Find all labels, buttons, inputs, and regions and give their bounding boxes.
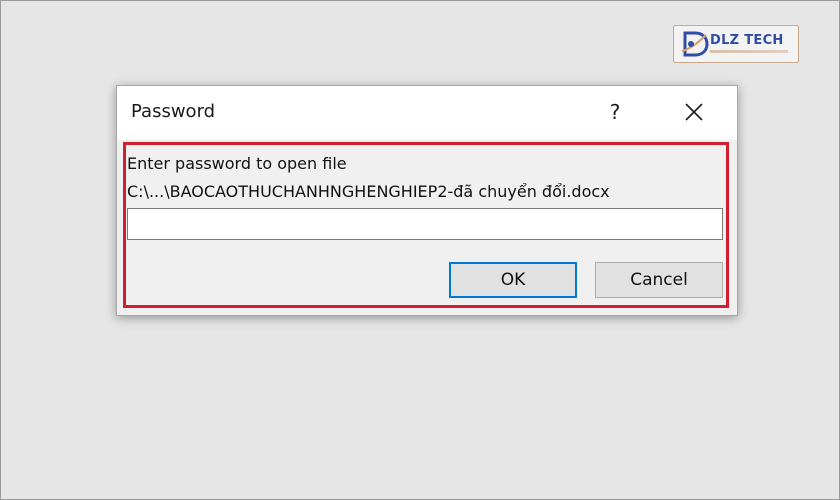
password-dialog: Password ? Enter password to open file C… <box>116 85 738 316</box>
cancel-button[interactable]: Cancel <box>595 262 723 298</box>
dialog-titlebar: Password ? <box>117 86 737 140</box>
password-prompt: Enter password to open file <box>127 154 347 173</box>
ok-button[interactable]: OK <box>449 262 577 298</box>
brand-tagline-bar <box>710 50 788 53</box>
dialog-title: Password <box>131 101 216 122</box>
brand-watermark: DLZ TECH <box>673 25 799 63</box>
close-button[interactable] <box>677 96 711 128</box>
dlz-tech-logo-icon <box>681 31 709 57</box>
password-input[interactable] <box>127 208 723 240</box>
brand-name: DLZ TECH <box>710 33 784 48</box>
close-icon <box>685 103 703 121</box>
file-path: C:\...\BAOCAOTHUCHANHNGHENGHIEP2-đã chuy… <box>127 182 610 201</box>
help-button[interactable]: ? <box>601 96 629 128</box>
screenshot-frame: DLZ TECH Password ? Enter password to op… <box>0 0 840 500</box>
